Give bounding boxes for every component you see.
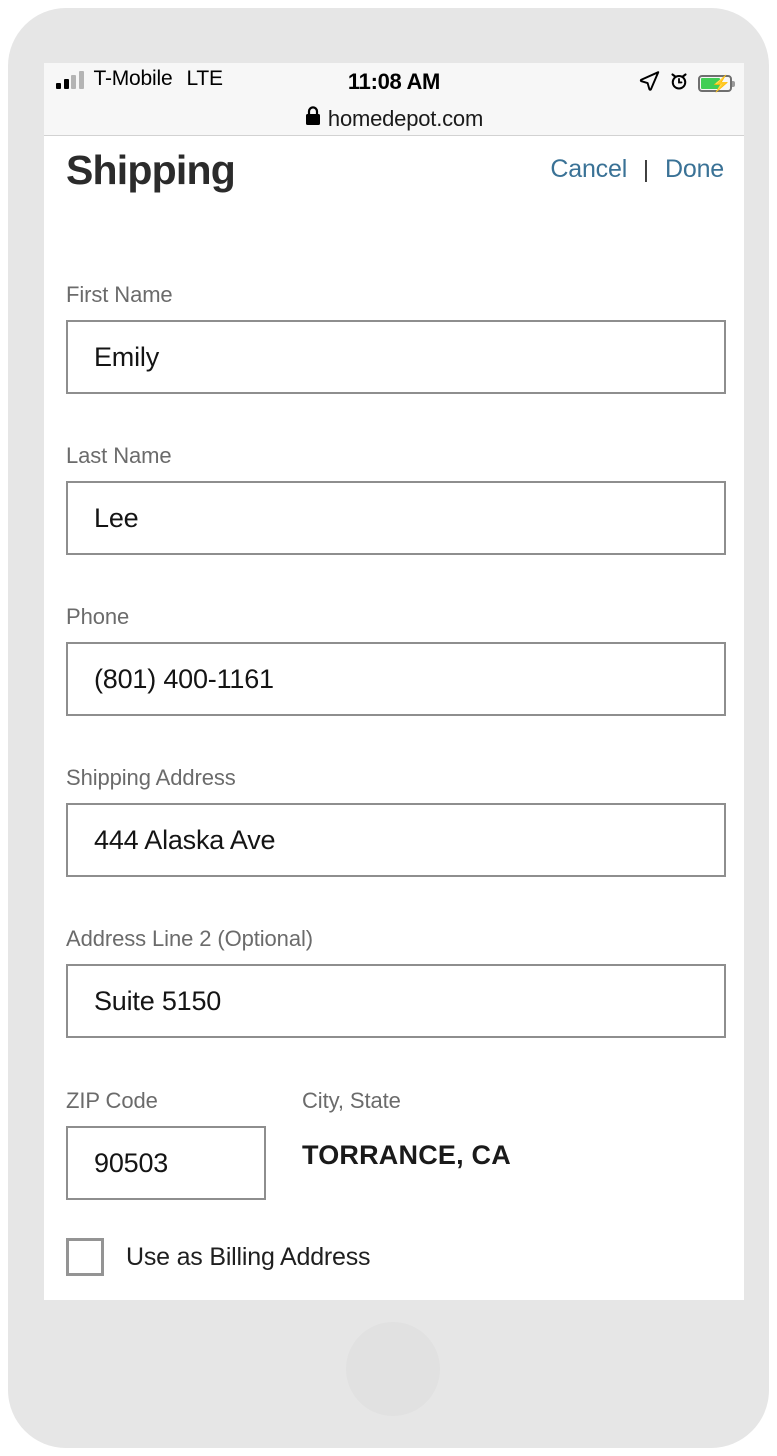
field-shipping-address: Shipping Address 444 Alaska Ave (66, 765, 726, 877)
city-state-value: TORRANCE, CA (302, 1140, 511, 1170)
field-zip-code: ZIP Code 90503 (66, 1088, 266, 1200)
status-bar: T-Mobile LTE 11:08 AM ⚡ homedepot.com (44, 63, 744, 136)
field-label-zip-code: ZIP Code (66, 1088, 158, 1113)
page-title: Shipping (66, 147, 236, 193)
field-address-line-2: Address Line 2 (Optional) Suite 5150 (66, 926, 726, 1038)
checkbox-label-use-as-billing-address: Use as Billing Address (126, 1242, 371, 1271)
field-last-name: Last Name Lee (66, 443, 726, 555)
checkbox-row-use-as-billing-address[interactable]: Use as Billing Address (66, 1238, 371, 1276)
field-label-shipping-address: Shipping Address (66, 765, 236, 790)
phone-screen: T-Mobile LTE 11:08 AM ⚡ homedepot.com Sh… (44, 63, 744, 1300)
header-actions: Cancel | Done (550, 155, 724, 184)
page-header: Shipping Cancel | Done (44, 135, 744, 230)
cancel-button[interactable]: Cancel (550, 155, 627, 184)
field-label-phone: Phone (66, 604, 130, 629)
field-label-address-line-2: Address Line 2 (Optional) (66, 926, 313, 951)
field-label-first-name: First Name (66, 282, 173, 307)
browser-address-bar[interactable]: homedepot.com (44, 103, 744, 134)
done-button[interactable]: Done (665, 155, 724, 184)
alarm-clock-icon (669, 71, 689, 96)
checkbox-use-as-billing-address[interactable] (66, 1238, 104, 1276)
shipping-address-input[interactable]: 444 Alaska Ave (66, 803, 726, 877)
lock-icon (305, 106, 321, 131)
field-label-last-name: Last Name (66, 443, 172, 468)
status-bar-right: ⚡ (639, 70, 735, 96)
location-arrow-icon (639, 70, 660, 96)
field-first-name: First Name Emily (66, 282, 726, 394)
last-name-input[interactable]: Lee (66, 481, 726, 555)
field-label-city-state: City, State (302, 1088, 401, 1113)
field-city-state: City, State TORRANCE, CA (302, 1088, 511, 1171)
battery-charging-icon: ⚡ (698, 74, 735, 93)
address-line-2-input[interactable]: Suite 5150 (66, 964, 726, 1038)
home-button[interactable] (346, 1322, 440, 1416)
zip-code-input[interactable]: 90503 (66, 1126, 266, 1200)
field-phone: Phone (801) 400-1161 (66, 604, 726, 716)
phone-input[interactable]: (801) 400-1161 (66, 642, 726, 716)
status-bar-row: T-Mobile LTE 11:08 AM ⚡ (44, 63, 744, 103)
url-text: homedepot.com (327, 105, 484, 131)
header-separator: | (643, 156, 650, 182)
phone-device-frame: T-Mobile LTE 11:08 AM ⚡ homedepot.com Sh… (8, 8, 769, 1448)
first-name-input[interactable]: Emily (66, 320, 726, 394)
